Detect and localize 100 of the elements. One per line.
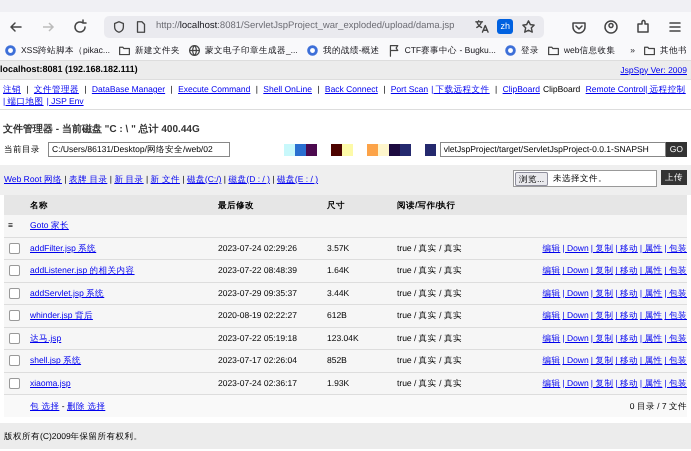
row-checkbox[interactable] xyxy=(9,242,20,254)
nav-link[interactable]: ClipBoard xyxy=(502,83,540,95)
action-link[interactable]: | 复制 xyxy=(590,286,614,300)
bookmark-item[interactable]: web信息收集 xyxy=(546,44,616,57)
nav-link[interactable]: Port Scan xyxy=(390,83,428,95)
action-link[interactable]: | 属性 xyxy=(640,332,662,345)
bookmark-item[interactable]: 其他书 xyxy=(643,44,687,57)
bookmark-item[interactable]: 登录 xyxy=(504,44,539,57)
file-link[interactable]: 达马.jsp xyxy=(30,332,62,343)
action-link[interactable]: | 移动 xyxy=(615,264,638,278)
nav-link[interactable]: Remote Control| 远程控制 xyxy=(586,83,686,95)
action-link[interactable]: | Down xyxy=(562,264,589,278)
path-field[interactable]: C:/Users/86131/Desktop/网络安全/web/02 xyxy=(48,142,230,157)
reload-icon[interactable] xyxy=(72,18,88,34)
go-button[interactable]: GO xyxy=(666,142,687,157)
action-link[interactable]: | Down xyxy=(562,376,589,390)
row-checkbox[interactable] xyxy=(9,288,20,299)
toolbar-link[interactable]: 磁盘(D : / ) xyxy=(228,174,270,184)
file-link[interactable]: addFilter.jsp 系统 xyxy=(30,242,96,253)
action-link[interactable]: | 属性 xyxy=(640,264,662,278)
file-field[interactable]: 浏览... 未选择文件。 xyxy=(513,170,657,187)
nav-link[interactable]: 注销 xyxy=(3,83,21,95)
action-link[interactable]: | 包装 xyxy=(664,242,687,255)
action-link[interactable]: | 复制 xyxy=(590,332,614,345)
action-link[interactable]: | 移动 xyxy=(615,286,638,300)
toolbar-link[interactable]: 磁盘(C:/) xyxy=(186,174,222,184)
nav-link[interactable]: Back Connect xyxy=(324,83,378,95)
file-link[interactable]: shell.jsp 系统 xyxy=(30,355,82,366)
action-link[interactable]: 编辑 xyxy=(542,332,560,345)
nav-link[interactable]: Execute Command xyxy=(178,83,250,95)
bookmark-item[interactable]: 新建文件夹 xyxy=(118,44,180,57)
language-badge[interactable]: zh xyxy=(497,18,513,34)
action-link[interactable]: 编辑 xyxy=(542,242,560,255)
file-link[interactable]: whinder.jsp 背后 xyxy=(30,310,93,320)
star-icon[interactable] xyxy=(521,19,536,34)
path-field[interactable]: vletJspProject/target/ServletJspProject-0.0.1-SNAPSH xyxy=(440,142,666,157)
nav-link[interactable]: | 下载远程文件 xyxy=(431,83,490,95)
action-link[interactable]: | 属性 xyxy=(640,376,662,390)
file-link[interactable]: addServlet.jsp 系统 xyxy=(30,288,104,298)
toolbar-link[interactable]: 磁盘(E : / ) xyxy=(276,174,318,184)
action-link[interactable]: | 复制 xyxy=(590,242,614,255)
file-link[interactable]: addListener.jsp 的相关内容 xyxy=(30,265,135,276)
action-link[interactable]: | 复制 xyxy=(590,309,614,322)
action-link[interactable]: | 移动 xyxy=(615,242,638,255)
action-link[interactable]: 编辑 xyxy=(542,354,560,368)
row-checkbox[interactable] xyxy=(9,265,20,276)
bookmark-item[interactable]: 蒙文电子印章生成器_... xyxy=(188,44,298,57)
action-link[interactable]: 编辑 xyxy=(542,309,560,322)
action-link[interactable]: | 包装 xyxy=(664,376,687,390)
browse-button[interactable]: 浏览... xyxy=(515,172,548,186)
action-link[interactable]: 编辑 xyxy=(542,376,560,390)
action-link[interactable]: | 包装 xyxy=(664,332,687,345)
nav-link[interactable]: | 端口地图 xyxy=(3,95,44,107)
upload-button[interactable]: 上传 xyxy=(661,170,687,185)
action-link[interactable]: | Down xyxy=(562,286,589,300)
action-link[interactable]: | 复制 xyxy=(590,264,614,278)
selection-link[interactable]: 包 选择 xyxy=(30,400,60,411)
translate-icon[interactable] xyxy=(474,19,490,34)
nav-link[interactable]: DataBase Manager xyxy=(92,83,166,95)
extensions-icon[interactable] xyxy=(635,18,651,34)
nav-link[interactable]: | JSP Env xyxy=(46,95,84,107)
address-bar[interactable]: http://localhost:8081/ServletJspProject_war_exploded/upload/dama.jsp zh xyxy=(104,16,544,38)
action-link[interactable]: | 属性 xyxy=(640,309,662,322)
selection-link[interactable]: 删除 选择 xyxy=(66,400,106,411)
action-link[interactable]: 编辑 xyxy=(542,264,560,278)
row-checkbox[interactable] xyxy=(9,355,20,366)
action-link[interactable]: | Down xyxy=(562,309,589,322)
bookmark-item[interactable]: 我的战绩-概述 xyxy=(306,44,380,57)
version-link[interactable]: JspSpy Ver: 2009 xyxy=(620,64,687,76)
toolbar-link[interactable]: 新 文件 xyxy=(150,174,180,184)
action-link[interactable]: | 包装 xyxy=(664,354,687,368)
row-checkbox[interactable] xyxy=(9,332,20,344)
action-link[interactable]: | 移动 xyxy=(615,354,638,368)
parent-link[interactable]: Goto 家长 xyxy=(30,219,218,232)
bookmark-item[interactable]: CTF赛事中心 - Bugku... xyxy=(388,44,496,57)
action-link[interactable]: | Down xyxy=(562,332,589,345)
action-link[interactable]: | 属性 xyxy=(640,354,662,368)
toolbar-link[interactable]: 新 目录 xyxy=(114,174,144,184)
nav-link[interactable]: 文件管理器 xyxy=(34,83,79,95)
action-link[interactable]: | 移动 xyxy=(615,376,638,390)
row-checkbox[interactable] xyxy=(9,378,20,389)
action-link[interactable]: | 复制 xyxy=(590,354,614,368)
action-link[interactable]: | 移动 xyxy=(615,309,638,322)
overflow-button[interactable]: » xyxy=(630,44,635,57)
action-link[interactable]: | Down xyxy=(562,242,589,255)
account-icon[interactable] xyxy=(603,18,619,34)
action-link[interactable]: | Down xyxy=(562,354,589,368)
bookmark-item[interactable]: XSS跨站脚本（pikac... xyxy=(4,44,110,57)
nav-link[interactable]: Shell OnLine xyxy=(263,83,312,95)
action-link[interactable]: | 移动 xyxy=(615,332,638,345)
action-link[interactable]: | 包装 xyxy=(664,264,687,278)
action-link[interactable]: 编辑 xyxy=(542,286,560,300)
action-link[interactable]: | 复制 xyxy=(590,376,614,390)
action-link[interactable]: | 包装 xyxy=(664,286,687,300)
row-checkbox[interactable] xyxy=(9,310,20,322)
action-link[interactable]: | 属性 xyxy=(640,286,662,300)
action-link[interactable]: | 属性 xyxy=(640,242,662,255)
toolbar-link[interactable]: Web Root 网络 xyxy=(4,174,62,184)
file-link[interactable]: xiaoma.jsp xyxy=(30,378,71,388)
action-link[interactable]: | 包装 xyxy=(664,309,687,322)
